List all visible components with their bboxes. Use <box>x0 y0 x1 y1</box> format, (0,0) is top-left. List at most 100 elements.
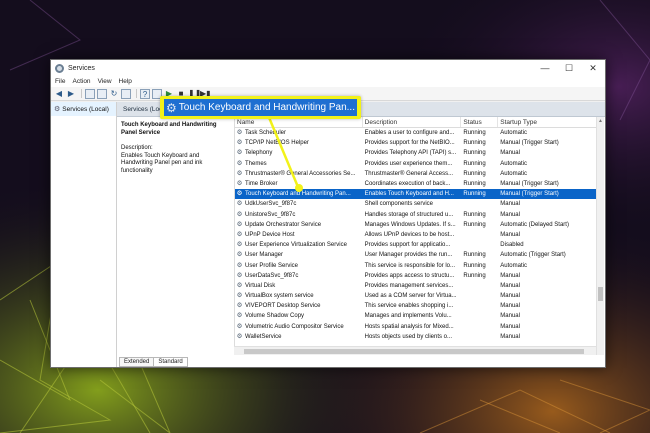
table-row[interactable]: ⚙ UdkUserSvc_9f87c Shell components servic… <box>235 199 596 209</box>
gear-icon: ⚙ <box>236 281 243 289</box>
cell-description: Enables a user to configure and... <box>364 130 455 137</box>
console-tree-icon[interactable] <box>85 88 95 99</box>
help-icon[interactable]: ? <box>140 88 150 99</box>
cell-name: ⚙ UdkUserSvc_9f87c <box>235 199 363 209</box>
table-row[interactable]: ⚙ User Manager User Manager provides the r… <box>235 250 596 260</box>
cell-description: Provides management services... <box>364 282 454 289</box>
cell-description: User Manager provides the run... <box>364 252 453 259</box>
export-icon[interactable] <box>121 88 131 99</box>
cell-name: ⚙ User Experience Virtualization Service <box>235 240 363 250</box>
table-row[interactable]: ⚙ WalletService Hosts objects used by clie… <box>235 332 596 342</box>
cell-status: Running <box>463 191 486 198</box>
table-row[interactable]: ⚙ Touch Keyboard and Handwriting Pan... En… <box>235 189 596 200</box>
tree-item-services-local[interactable]: ⚙ Services (Local) <box>51 102 116 116</box>
cell-description: Provides support for the NetBIO... <box>364 140 455 147</box>
gear-icon: ⚙ <box>236 251 243 259</box>
cell-description: Provides Telephony API (TAPI) s... <box>364 150 457 157</box>
table-row[interactable]: ⚙ Thrustmaster® General Accessories Se...… <box>235 169 596 179</box>
callout-zoomed-row: ⚙ Touch Keyboard and Handwriting Pan... <box>164 99 357 116</box>
menu-action[interactable]: Action <box>72 78 90 85</box>
table-row[interactable]: ⚙ Time Broker Coordinates execution of bac… <box>235 179 596 189</box>
gear-icon: ⚙ <box>236 322 243 330</box>
vertical-scrollbar[interactable]: ▲ <box>596 117 604 355</box>
cell-name: ⚙ Volumetric Audio Compositor Service <box>235 322 363 332</box>
table-row[interactable]: ⚙ Volume Shadow Copy Manages and implement… <box>235 311 596 321</box>
tab-standard[interactable]: Standard <box>153 357 188 367</box>
table-row[interactable]: ⚙ Themes Provides user experience them... R… <box>235 159 596 169</box>
service-name: UdkUserSvc_9f87c <box>245 201 297 208</box>
table-row[interactable]: ⚙ User Profile Service This service is res… <box>235 260 596 270</box>
gear-icon: ⚙ <box>236 190 243 198</box>
cell-name: ⚙ WalletService <box>235 332 363 342</box>
table-row[interactable]: ⚙ VirtualBox system service Used as a COM … <box>235 291 596 301</box>
table-row[interactable]: ⚙ UPnP Device Host Allows UPnP devices to … <box>235 230 596 240</box>
scroll-up-icon[interactable]: ▲ <box>597 117 604 125</box>
scroll-thumb[interactable] <box>244 349 584 354</box>
console-tree: ⚙ Services (Local) <box>51 102 117 367</box>
menu-bar: File Action View Help <box>51 76 605 87</box>
menu-file[interactable]: File <box>55 78 65 85</box>
gear-icon: ⚙ <box>236 302 243 310</box>
gear-icon: ⚙ <box>166 100 177 115</box>
toolbar-separator <box>81 89 82 98</box>
back-icon[interactable]: ◀ <box>54 89 64 99</box>
service-name: User Experience Virtualization Service <box>245 242 347 249</box>
cell-description: This service enables shopping i... <box>364 303 454 310</box>
service-name: Touch Keyboard and Handwriting Pan... <box>245 191 351 198</box>
table-row[interactable]: ⚙ Task Scheduler Enables a user to configu… <box>235 128 596 138</box>
maximize-button[interactable]: ☐ <box>557 60 581 76</box>
table-row[interactable]: ⚙ Volumetric Audio Compositor Service Host… <box>235 322 596 332</box>
title-bar[interactable]: Services — ☐ ✕ <box>51 60 605 76</box>
cell-startup-type: Manual <box>500 150 520 157</box>
cell-name: ⚙ Touch Keyboard and Handwriting Pan... <box>235 189 363 199</box>
cell-description: Provides apps access to structu... <box>364 272 455 279</box>
horizontal-scrollbar[interactable] <box>234 346 596 355</box>
gear-icon: ⚙ <box>236 159 243 167</box>
description-text: Enables Touch Keyboard and Handwriting P… <box>121 152 203 174</box>
cell-description: Manages and implements Volu... <box>364 313 452 320</box>
cell-description: Allows UPnP devices to be host... <box>364 231 455 238</box>
tab-extended[interactable]: Extended <box>119 357 155 367</box>
menu-view[interactable]: View <box>98 78 112 85</box>
cell-startup-type: Automatic (Delayed Start) <box>500 221 569 228</box>
services-table: Name Description Status Startup Type ⚙ Ta… <box>234 117 596 355</box>
column-startup-type[interactable]: Startup Type <box>498 117 596 127</box>
gear-icon: ⚙ <box>54 106 61 113</box>
refresh-icon[interactable]: ↻ <box>109 89 119 99</box>
service-name: UserDataSvc_9f87c <box>245 272 299 279</box>
menu-help[interactable]: Help <box>119 78 132 85</box>
table-row[interactable]: ⚙ UnistoreSvc_9f87c Handles storage of str… <box>235 210 596 220</box>
forward-icon[interactable]: ▶ <box>66 89 76 99</box>
table-row[interactable]: ⚙ TCP/IP NetBIOS Helper Provides support f… <box>235 138 596 148</box>
cell-name: ⚙ VirtualBox system service <box>235 291 363 301</box>
table-row[interactable]: ⚙ Telephony Provides Telephony API (TAPI) … <box>235 148 596 158</box>
gear-icon: ⚙ <box>236 241 243 249</box>
cell-name: ⚙ User Manager <box>235 250 363 260</box>
table-row[interactable]: ⚙ Update Orchestrator Service Manages Wind… <box>235 220 596 230</box>
cell-startup-type: Automatic (Trigger Start) <box>500 252 566 259</box>
cell-startup-type: Disabled <box>500 242 524 249</box>
cell-name: ⚙ Task Scheduler <box>235 128 363 138</box>
service-name: Task Scheduler <box>245 130 287 137</box>
cell-status: Running <box>463 160 486 167</box>
description-label: Description: <box>121 145 153 151</box>
gear-icon: ⚙ <box>236 180 243 188</box>
column-description[interactable]: Description <box>363 117 462 127</box>
service-name: Telephony <box>245 150 273 157</box>
service-name: User Profile Service <box>245 262 299 269</box>
gear-icon: ⚙ <box>236 220 243 228</box>
service-name: Volumetric Audio Compositor Service <box>245 323 344 330</box>
gear-icon: ⚙ <box>236 261 243 269</box>
table-row[interactable]: ⚙ User Experience Virtualization Service P… <box>235 240 596 250</box>
table-row[interactable]: ⚙ VIVEPORT Desktop Service This service en… <box>235 301 596 311</box>
table-row[interactable]: ⚙ Virtual Disk Provides management service… <box>235 281 596 291</box>
scroll-thumb[interactable] <box>598 287 603 301</box>
close-button[interactable]: ✕ <box>581 60 605 76</box>
properties-icon[interactable] <box>97 88 107 99</box>
service-name: Volume Shadow Copy <box>245 313 305 320</box>
table-row[interactable]: ⚙ UserDataSvc_9f87c Provides apps access t… <box>235 271 596 281</box>
service-name: VirtualBox system service <box>245 293 314 300</box>
column-status[interactable]: Status <box>461 117 499 127</box>
minimize-button[interactable]: — <box>533 60 557 76</box>
gear-icon: ⚙ <box>236 149 243 157</box>
